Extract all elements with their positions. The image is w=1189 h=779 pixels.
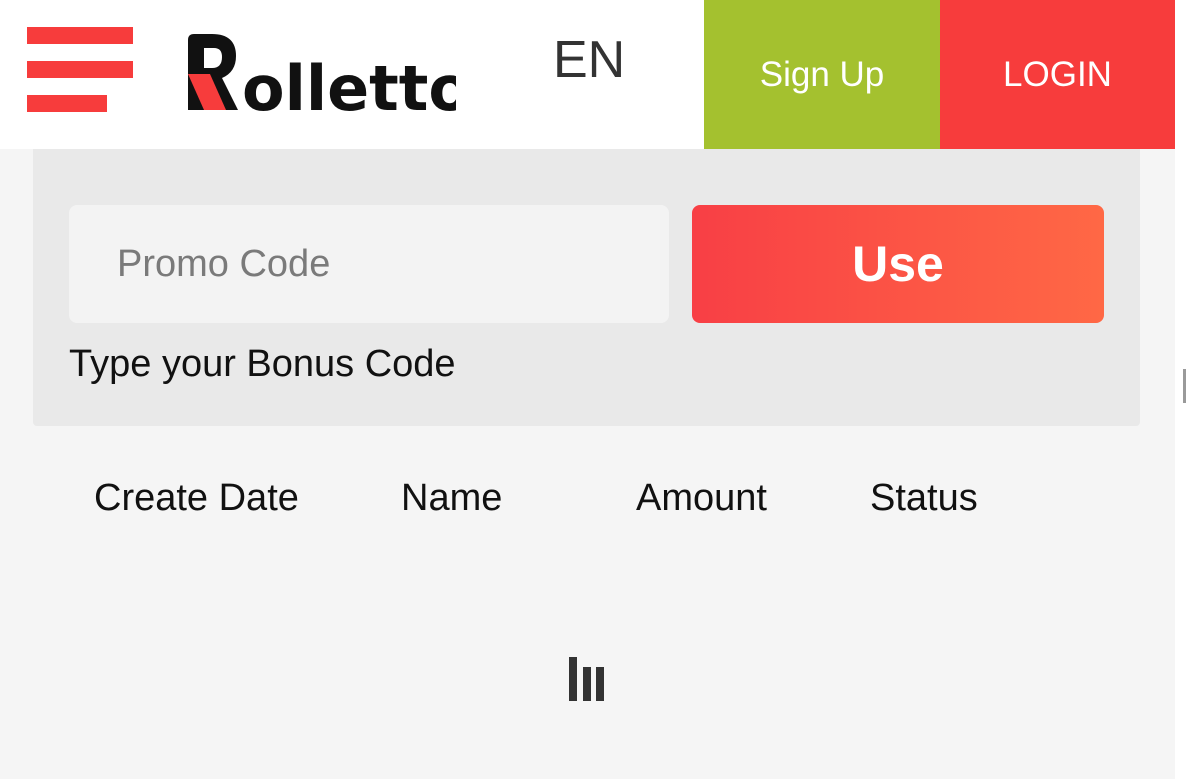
promo-code-panel: Use Type your Bonus Code (33, 149, 1140, 426)
logo-graphic: olletto (188, 34, 456, 116)
loader-bar (583, 667, 591, 701)
column-header-name: Name (401, 477, 503, 519)
rolletto-logo[interactable]: olletto (186, 30, 456, 116)
page-scrollbar[interactable] (1175, 0, 1189, 779)
sign-up-button[interactable]: Sign Up (704, 0, 940, 149)
use-promo-button[interactable]: Use (692, 205, 1104, 323)
svg-text:olletto: olletto (242, 52, 456, 116)
column-header-amount: Amount (636, 477, 767, 519)
login-button[interactable]: LOGIN (940, 0, 1175, 149)
promo-hint-label: Type your Bonus Code (69, 343, 456, 385)
language-selector[interactable]: EN (553, 34, 625, 86)
menu-bar (27, 61, 133, 78)
bonus-table-header: Create Date Name Amount Status (0, 476, 1175, 526)
menu-bar (27, 95, 107, 112)
loader-bar (596, 667, 604, 701)
column-header-status: Status (870, 477, 978, 519)
loading-bars-icon (569, 657, 605, 701)
promo-code-input[interactable] (69, 205, 669, 323)
scrollbar-thumb[interactable] (1183, 369, 1186, 403)
top-header: olletto EN Sign Up LOGIN (0, 0, 1175, 149)
hamburger-menu-icon[interactable] (27, 27, 133, 112)
loader-bar (569, 657, 577, 701)
menu-bar (27, 27, 133, 44)
column-header-create-date: Create Date (94, 477, 299, 519)
